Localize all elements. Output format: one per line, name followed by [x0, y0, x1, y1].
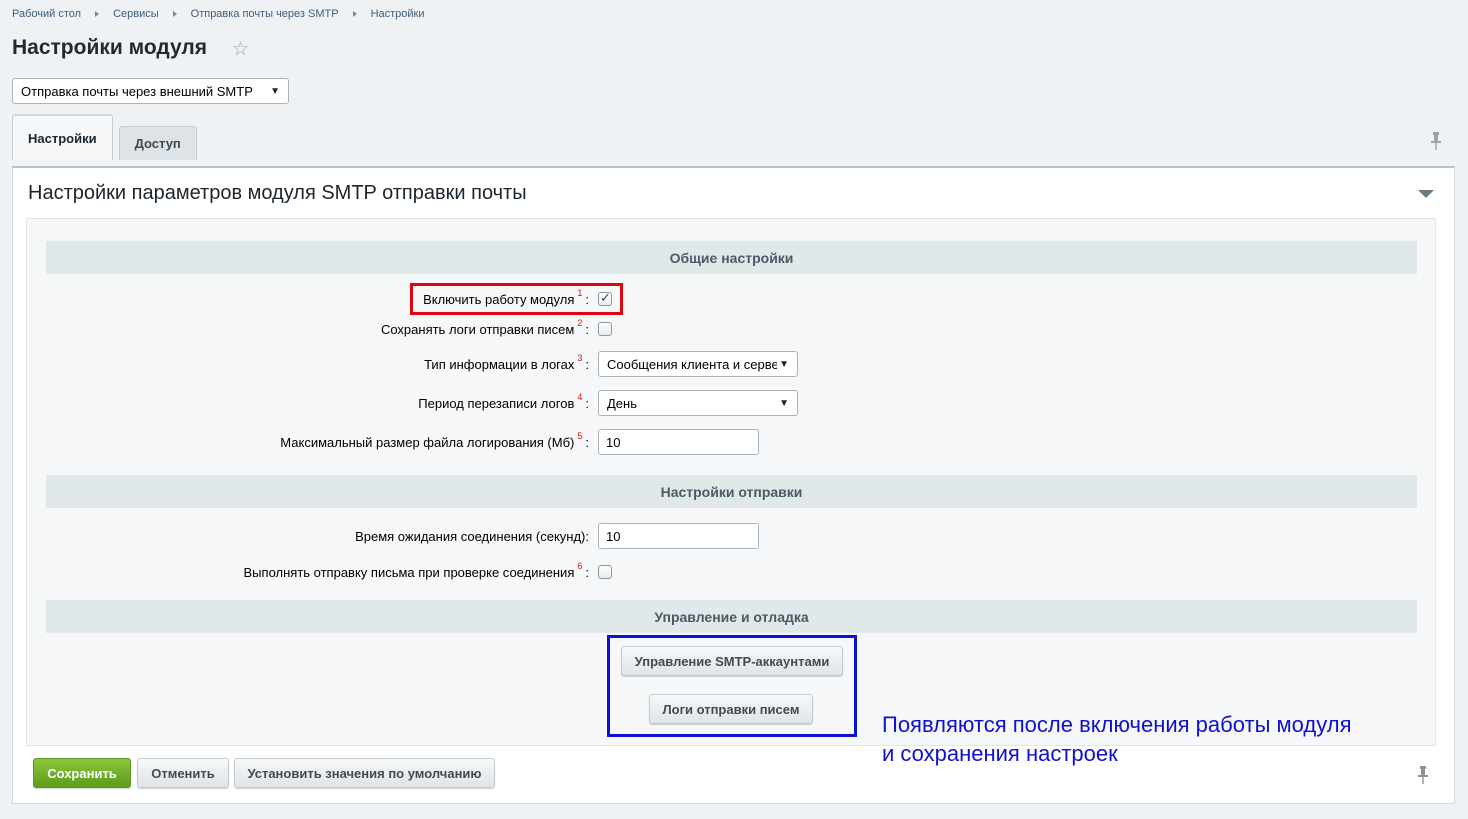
footnote-marker: 3: [577, 353, 583, 363]
highlight-red-box: [410, 283, 623, 315]
field-send-on-check-label: Выполнять отправку письма при проверке с…: [244, 558, 589, 586]
tab-bar: Настройки Доступ: [12, 114, 203, 160]
group-header-sending: Настройки отправки: [46, 475, 1417, 508]
field-log-period-text: Период перезаписи логов: [418, 395, 575, 411]
field-log-period-row: Период перезаписи логов 4 : День ▼: [27, 389, 1437, 417]
breadcrumb-smtp[interactable]: Отправка почты через SMTP: [191, 8, 339, 20]
field-save-logs-row: Сохранять логи отправки писем 2 :: [27, 315, 1437, 343]
label-colon: :: [585, 564, 589, 580]
annotation-line-2: и сохранения настроек: [882, 741, 1118, 766]
settings-form: Общие настройки Включить работу модуля 1…: [26, 218, 1437, 766]
label-colon: :: [585, 356, 589, 372]
star-icon[interactable]: ☆: [232, 40, 252, 60]
field-log-max-size-row: Максимальный размер файла логирования (М…: [27, 428, 1437, 456]
field-log-type-label: Тип информации в логах 3 :: [424, 350, 589, 378]
page-title: Настройки модуля: [12, 36, 208, 59]
label-colon: :: [585, 321, 589, 337]
field-timeout-row: Время ожидания соединения (секунд): 10: [27, 522, 1437, 550]
field-send-on-check-text: Выполнять отправку письма при проверке с…: [243, 564, 575, 580]
log-max-size-input[interactable]: 10: [598, 429, 759, 455]
field-log-max-size-text: Максимальный размер файла логирования (М…: [280, 434, 575, 450]
group-header-general: Общие настройки: [46, 241, 1417, 274]
timeout-input[interactable]: 10: [598, 523, 759, 549]
pin-icon[interactable]: [1430, 132, 1444, 150]
collapse-icon[interactable]: [1418, 190, 1434, 198]
footnote-marker: 5: [577, 431, 583, 441]
highlight-blue-box: [607, 635, 857, 737]
save-logs-checkbox[interactable]: [598, 322, 612, 336]
breadcrumb-separator-icon: [352, 11, 357, 17]
field-log-type-row: Тип информации в логах 3 : Сообщения кли…: [27, 350, 1437, 378]
footnote-marker: 2: [577, 318, 583, 328]
group-header-management: Управление и отладка: [46, 600, 1417, 633]
module-select[interactable]: Отправка почты через внешний SMTP ▼: [12, 78, 289, 104]
field-log-period-label: Период перезаписи логов 4 :: [418, 389, 589, 417]
settings-panel: Настройки параметров модуля SMTP отправк…: [12, 166, 1455, 804]
tab-access[interactable]: Доступ: [118, 126, 197, 160]
breadcrumb-separator-icon: [172, 11, 177, 17]
breadcrumb: Рабочий стол Сервисы Отправка почты чере…: [12, 8, 425, 20]
cancel-button[interactable]: Отменить: [137, 758, 229, 788]
tab-settings[interactable]: Настройки: [12, 114, 113, 160]
field-timeout-label: Время ожидания соединения (секунд):: [355, 522, 589, 550]
chevron-down-icon: ▼: [779, 397, 789, 409]
breadcrumb-services[interactable]: Сервисы: [113, 8, 159, 20]
log-period-select[interactable]: День ▼: [598, 390, 798, 416]
field-timeout-text: Время ожидания соединения (секунд):: [355, 528, 589, 544]
breadcrumb-desktop[interactable]: Рабочий стол: [12, 8, 81, 20]
field-log-max-size-label: Максимальный размер файла логирования (М…: [280, 428, 589, 456]
annotation-line-1: Появляются после включения работы модуля: [882, 712, 1352, 737]
send-on-check-checkbox[interactable]: [598, 565, 612, 579]
field-save-logs-text: Сохранять логи отправки писем: [380, 321, 575, 337]
field-send-on-check-row: Выполнять отправку письма при проверке с…: [27, 558, 1437, 586]
section-title: Настройки параметров модуля SMTP отправк…: [28, 182, 527, 204]
field-save-logs-label: Сохранять логи отправки писем 2 :: [381, 315, 589, 343]
breadcrumb-settings[interactable]: Настройки: [371, 8, 425, 20]
chevron-down-icon: ▼: [779, 358, 789, 370]
log-type-value: Сообщения клиента и сервера: [607, 356, 777, 372]
log-type-select[interactable]: Сообщения клиента и сервера ▼: [598, 351, 798, 377]
label-colon: :: [585, 434, 589, 450]
footnote-marker: 4: [577, 392, 583, 402]
log-period-value: День: [607, 395, 637, 411]
label-colon: :: [585, 395, 589, 411]
save-button[interactable]: Сохранить: [33, 758, 131, 788]
field-log-type-text: Тип информации в логах: [424, 356, 575, 372]
annotation-note: Появляются после включения работы модуля…: [882, 710, 1351, 768]
chevron-down-icon: ▼: [270, 85, 280, 97]
footnote-marker: 6: [577, 561, 583, 571]
set-defaults-button[interactable]: Установить значения по умолчанию: [234, 758, 495, 788]
breadcrumb-separator-icon: [95, 11, 100, 17]
module-select-value: Отправка почты через внешний SMTP: [21, 83, 253, 99]
field-enable-row: Включить работу модуля 1 :: [27, 285, 1437, 313]
pin-icon[interactable]: [1417, 766, 1431, 784]
